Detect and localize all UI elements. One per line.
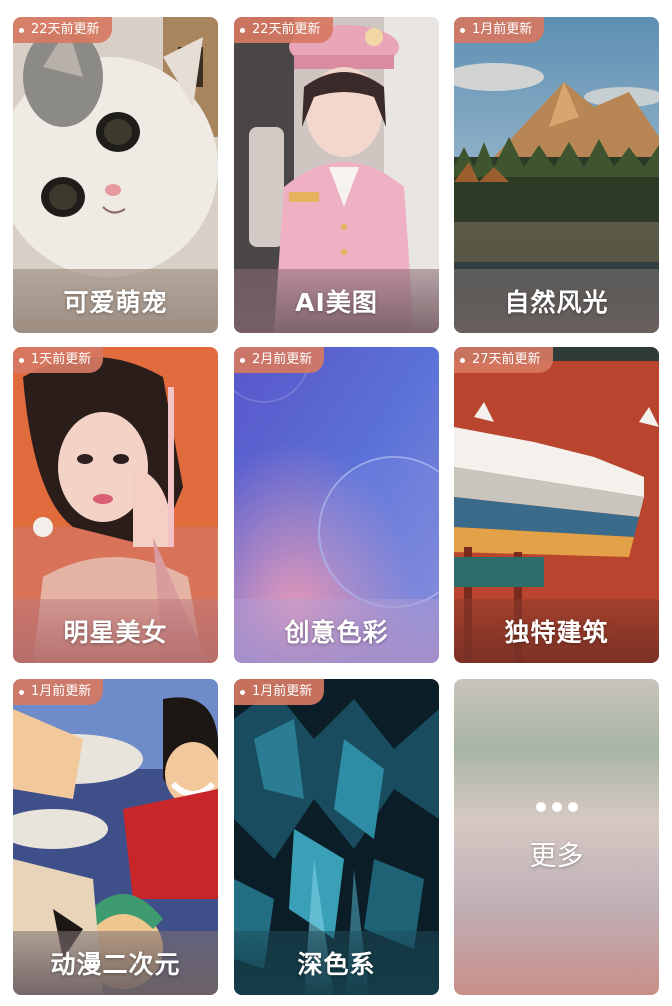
category-label-bar: 可爱萌宠: [13, 269, 218, 333]
update-time: 22天前更新: [31, 22, 100, 37]
category-label-bar: 创意色彩: [234, 599, 439, 663]
category-card-cute-pets[interactable]: 22天前更新 可爱萌宠: [13, 17, 218, 333]
badge-dot-icon: [19, 358, 24, 363]
category-label-bar: 深色系: [234, 931, 439, 995]
category-label-bar: 明星美女: [13, 599, 218, 663]
badge-dot-icon: [240, 358, 245, 363]
badge-dot-icon: [19, 690, 24, 695]
update-time: 1月前更新: [252, 684, 313, 699]
category-card-nature[interactable]: 1月前更新 自然风光: [454, 17, 659, 333]
badge-dot-icon: [240, 28, 245, 33]
category-label-bar: 自然风光: [454, 269, 659, 333]
update-time: 2月前更新: [252, 352, 313, 367]
category-name: 明星美女: [63, 618, 168, 647]
category-card-dark[interactable]: 1月前更新 深色系: [234, 679, 439, 995]
update-badge: 1天前更新: [13, 347, 104, 373]
category-card-anime[interactable]: 1月前更新 动漫二次元: [13, 679, 218, 995]
more-content: 更多: [454, 679, 659, 995]
more-label: 更多: [529, 840, 584, 872]
category-name: 可爱萌宠: [63, 288, 168, 317]
category-card-architecture[interactable]: 27天前更新 独特建筑: [454, 347, 659, 663]
update-badge: 1月前更新: [234, 679, 325, 705]
more-categories-button[interactable]: 更多: [454, 679, 659, 995]
category-name: 独特建筑: [504, 618, 609, 647]
wallpaper-category-grid: 22天前更新 可爱萌宠 22天前更新 AI美图 1月前更新 自然风光 1天前更新…: [0, 0, 672, 1006]
category-name: 动漫二次元: [50, 950, 181, 979]
update-badge: 1月前更新: [13, 679, 104, 705]
update-badge: 22天前更新: [234, 17, 333, 43]
category-label-bar: 独特建筑: [454, 599, 659, 663]
category-card-celebrity[interactable]: 1天前更新 明星美女: [13, 347, 218, 663]
badge-dot-icon: [240, 690, 245, 695]
badge-dot-icon: [19, 28, 24, 33]
category-label-bar: AI美图: [234, 269, 439, 333]
update-time: 1天前更新: [31, 352, 92, 367]
update-time: 22天前更新: [252, 22, 321, 37]
update-time: 1月前更新: [31, 684, 92, 699]
category-name: 深色系: [297, 950, 376, 979]
category-card-ai-art[interactable]: 22天前更新 AI美图: [234, 17, 439, 333]
category-name: AI美图: [295, 288, 378, 317]
category-label-bar: 动漫二次元: [13, 931, 218, 995]
update-time: 1月前更新: [472, 22, 533, 37]
update-badge: 1月前更新: [454, 17, 545, 43]
category-name: 创意色彩: [284, 618, 389, 647]
badge-dot-icon: [460, 28, 465, 33]
update-time: 27天前更新: [472, 352, 541, 367]
update-badge: 22天前更新: [13, 17, 112, 43]
more-dots-icon: [535, 801, 578, 812]
badge-dot-icon: [460, 358, 465, 363]
category-card-creative-colors[interactable]: 2月前更新 创意色彩: [234, 347, 439, 663]
update-badge: 27天前更新: [454, 347, 553, 373]
category-name: 自然风光: [504, 288, 609, 317]
update-badge: 2月前更新: [234, 347, 325, 373]
